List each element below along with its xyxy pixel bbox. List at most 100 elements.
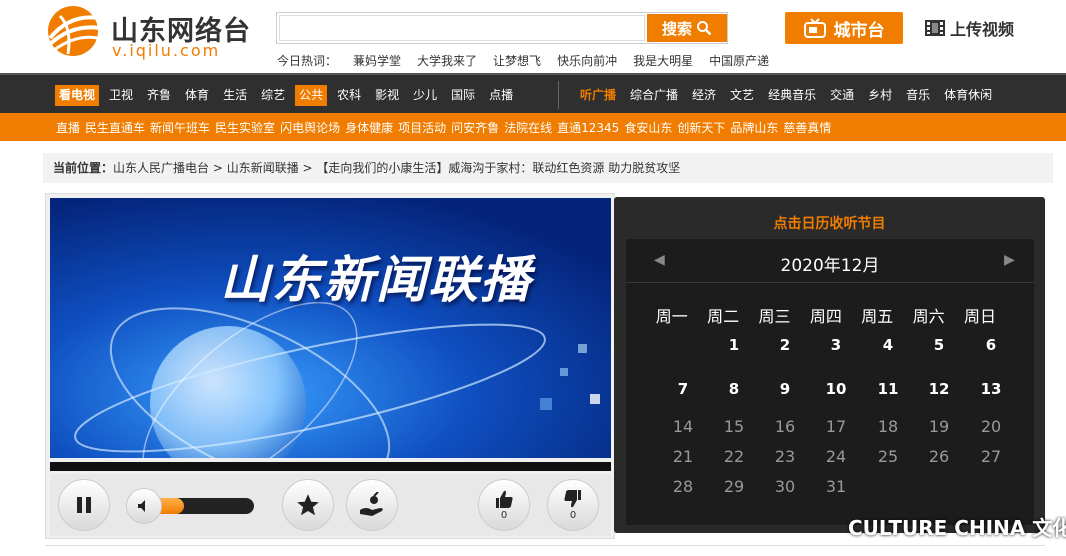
sub-nav-item[interactable]: 直播	[56, 119, 80, 136]
nav-item-satellite[interactable]: 卫视	[105, 85, 137, 106]
nav-item-agri[interactable]: 农科	[333, 85, 365, 106]
footer-divider	[45, 545, 1045, 546]
video-screen[interactable]: 山东新闻联播	[50, 198, 611, 458]
nav-divider	[558, 81, 559, 109]
calendar-day[interactable]: 4	[868, 336, 908, 354]
nav-item-kids[interactable]: 少儿	[409, 85, 441, 106]
calendar-day[interactable]: 2	[765, 336, 805, 354]
nav-item-variety[interactable]: 综艺	[257, 85, 289, 106]
calendar-day[interactable]: 10	[816, 380, 856, 398]
hot-word-link[interactable]: 蒹妈学堂	[353, 52, 401, 69]
weekday-label: 周日	[964, 307, 997, 326]
calendar-heading: 点击日历收听节目	[773, 216, 886, 232]
volume-slider[interactable]	[154, 498, 254, 514]
nav-item-qilu[interactable]: 齐鲁	[143, 85, 175, 106]
sub-nav-item[interactable]: 慈善真情	[783, 119, 831, 136]
calendar-day: 27	[980, 447, 1002, 466]
like-count: 0	[500, 510, 508, 521]
share-hand-icon	[360, 492, 383, 516]
nav-item-international[interactable]: 国际	[447, 85, 479, 106]
sub-nav-item[interactable]: 品牌山东	[730, 119, 778, 136]
calendar-weekdays: 周一 周二 周三 周四 周五 周六 周日	[646, 303, 1026, 327]
calendar-panel: 点击日历收听节目 ◀ 2020年12月 ▶ 周一 周二 周三 周四 周五 周六 …	[614, 197, 1045, 533]
nav-item-sports-leisure[interactable]: 体育休闲	[940, 85, 996, 106]
search-box: 搜索	[276, 12, 728, 44]
playback-progress-bar[interactable]	[50, 462, 611, 471]
sub-nav-item[interactable]: 食安山东	[624, 119, 672, 136]
nav-item-economy[interactable]: 经济	[688, 85, 720, 106]
calendar: ◀ 2020年12月 ▶ 周一 周二 周三 周四 周五 周六 周日 123456…	[626, 239, 1034, 525]
main-nav: 看电视 卫视 齐鲁 体育 生活 综艺 公共 农科 影视 少儿 国际 点播 听广播…	[0, 73, 1066, 113]
sub-nav-item[interactable]: 身体健康	[345, 119, 393, 136]
breadcrumb-label: 当前位置：	[53, 161, 114, 175]
sub-nav-item[interactable]: 项目活动	[398, 119, 446, 136]
watermark-logo: CULTURE CHINA 文化视界	[848, 516, 1066, 540]
hot-word-link[interactable]: 中国原产递	[709, 52, 769, 69]
calendar-day: 24	[825, 447, 847, 466]
nav-item-vod[interactable]: 点播	[485, 85, 517, 106]
sub-nav-item[interactable]: 创新天下	[677, 119, 725, 136]
film-icon	[925, 20, 945, 36]
city-station-button[interactable]: 城市台	[785, 12, 903, 44]
calendar-day[interactable]: 13	[971, 380, 1011, 398]
nav-item-life[interactable]: 生活	[219, 85, 251, 106]
upload-video-link[interactable]: 上传视频	[924, 16, 1014, 40]
calendar-day[interactable]: 6	[971, 336, 1011, 354]
hot-word-link[interactable]: 让梦想飞	[493, 52, 541, 69]
calendar-day[interactable]: 8	[714, 380, 754, 398]
nav-item-sports[interactable]: 体育	[181, 85, 213, 106]
calendar-month: 2020年12月	[780, 256, 880, 276]
search-button[interactable]: 搜索	[647, 14, 727, 42]
nav-radio-heading[interactable]: 听广播	[576, 85, 620, 106]
next-month-icon[interactable]: ▶	[1004, 252, 1015, 268]
calendar-day: 15	[723, 417, 745, 436]
pause-button[interactable]	[58, 479, 110, 531]
weekday-label: 周五	[861, 307, 894, 326]
sub-nav-items: 直播 民生直通车 新闻午班车 民生实验室 闪电舆论场 身体健康 项目活动 问安齐…	[56, 119, 836, 136]
tv-nav: 看电视 卫视 齐鲁 体育 生活 综艺 公共 农科 影视 少儿 国际 点播	[55, 85, 523, 106]
share-button[interactable]	[346, 479, 398, 531]
media-player: 山东新闻联播 0 0	[45, 193, 615, 539]
sub-nav-item[interactable]: 直通12345	[557, 119, 619, 136]
nav-item-classic-music[interactable]: 经典音乐	[764, 85, 820, 106]
sub-nav-item[interactable]: 闪电舆论场	[280, 119, 340, 136]
calendar-day[interactable]: 7	[663, 380, 703, 398]
dislike-count: 0	[569, 510, 577, 521]
logo-url[interactable]: v.iqilu.com	[112, 41, 220, 60]
hot-word-link[interactable]: 大学我来了	[417, 52, 477, 69]
sub-nav-item[interactable]: 民生直通车	[85, 119, 145, 136]
dislike-button[interactable]: 0	[547, 479, 599, 531]
calendar-day[interactable]: 5	[919, 336, 959, 354]
calendar-day[interactable]: 12	[919, 380, 959, 398]
mute-button[interactable]	[126, 488, 162, 524]
nav-item-public[interactable]: 公共	[295, 85, 328, 106]
favorite-button[interactable]	[282, 479, 334, 531]
calendar-day[interactable]: 9	[765, 380, 805, 398]
sub-nav-item[interactable]: 问安齐鲁	[451, 119, 499, 136]
breadcrumb-path[interactable]: 山东人民广播电台 > 山东新闻联播 > 【走向我们的小康生活】威海沟于家村：联动…	[113, 161, 680, 175]
nav-item-rural[interactable]: 乡村	[864, 85, 896, 106]
sub-nav-item[interactable]: 新闻午班车	[150, 119, 210, 136]
nav-item-general-radio[interactable]: 综合广播	[626, 85, 682, 106]
nav-item-arts[interactable]: 文艺	[726, 85, 758, 106]
calendar-day: 18	[877, 417, 899, 436]
calendar-day: 17	[825, 417, 847, 436]
sub-nav-item[interactable]: 法院在线	[504, 119, 552, 136]
weekday-label: 周六	[912, 307, 945, 326]
nav-item-music[interactable]: 音乐	[902, 85, 934, 106]
search-input[interactable]	[279, 15, 645, 41]
logo-icon[interactable]	[42, 4, 104, 58]
hot-word-link[interactable]: 我是大明星	[633, 52, 693, 69]
weekday-label: 周一	[655, 307, 688, 326]
hot-word-link[interactable]: 快乐向前冲	[557, 52, 617, 69]
sub-nav: 直播 民生直通车 新闻午班车 民生实验室 闪电舆论场 身体健康 项目活动 问安齐…	[0, 113, 1066, 141]
calendar-day: 21	[672, 447, 694, 466]
calendar-day[interactable]: 1	[714, 336, 754, 354]
calendar-day[interactable]: 3	[816, 336, 856, 354]
nav-tv-heading[interactable]: 看电视	[55, 85, 100, 106]
sub-nav-item[interactable]: 民生实验室	[215, 119, 275, 136]
nav-item-traffic[interactable]: 交通	[826, 85, 858, 106]
nav-item-film[interactable]: 影视	[371, 85, 403, 106]
like-button[interactable]: 0	[478, 479, 530, 531]
calendar-day[interactable]: 11	[868, 380, 908, 398]
